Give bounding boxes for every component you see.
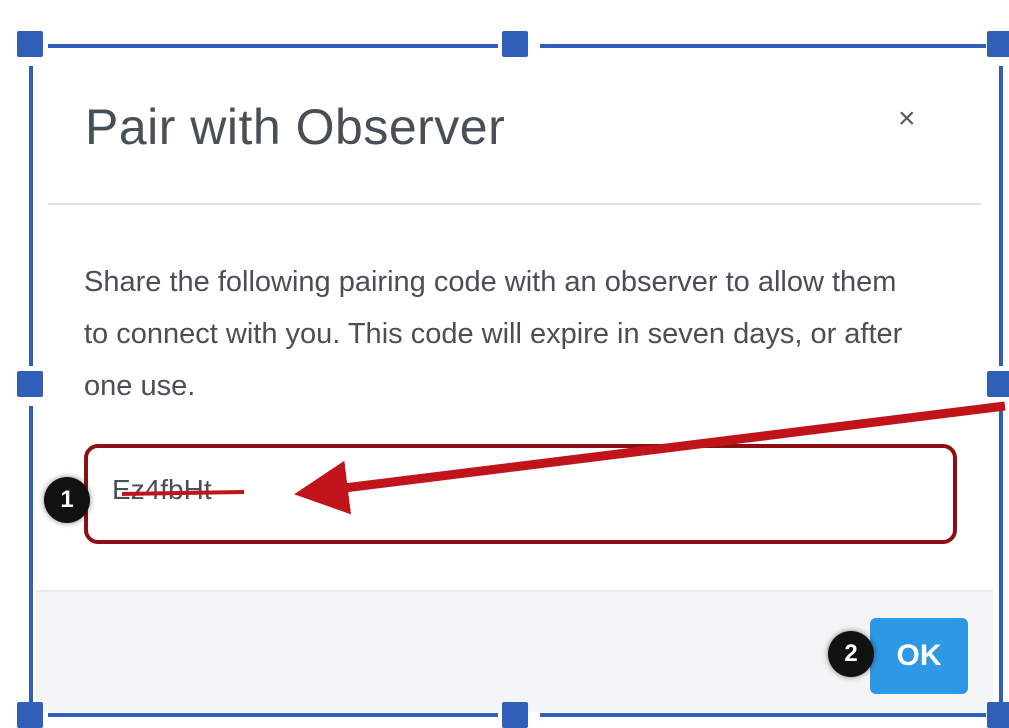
resize-handle-bottom-center[interactable] (502, 702, 528, 728)
resize-handle-top-left[interactable] (17, 31, 43, 57)
resize-handle-middle-left[interactable] (17, 371, 43, 397)
resize-handle-middle-right[interactable] (987, 371, 1009, 397)
resize-handle-top-right[interactable] (987, 31, 1009, 57)
resize-handle-bottom-right[interactable] (987, 702, 1009, 728)
resize-handle-bottom-left[interactable] (17, 702, 43, 728)
step-1-badge: 1 (44, 477, 90, 523)
annotation-arrow (121, 401, 1006, 515)
resize-handle-top-center[interactable] (502, 31, 528, 57)
step-2-badge: 2 (828, 631, 874, 677)
